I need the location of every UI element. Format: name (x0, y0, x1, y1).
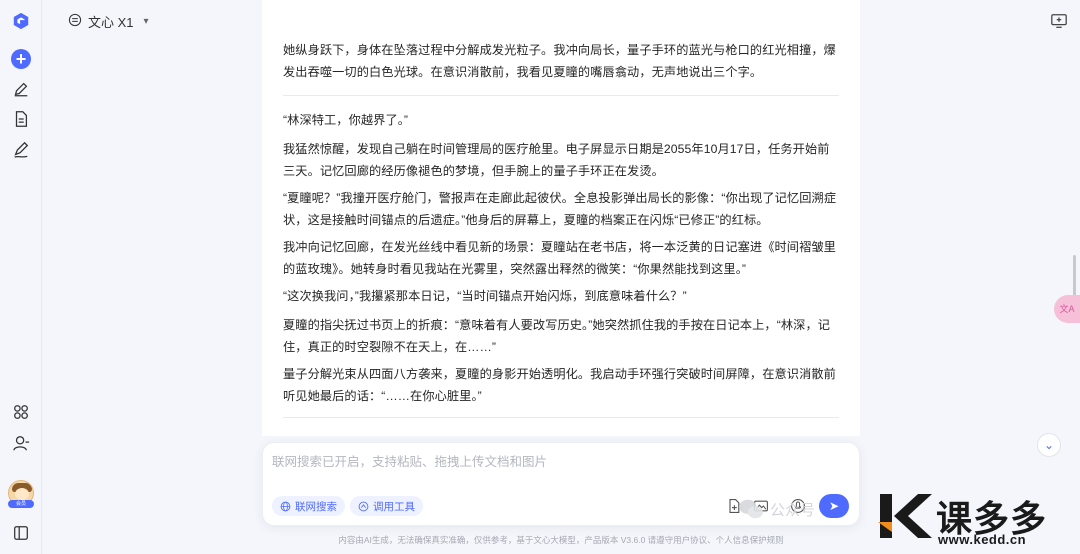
translate-float-button[interactable]: 文A (1054, 295, 1080, 323)
story-paragraph: 我冲向记忆回廊，在发光丝线中看见新的场景：夏瞳站在老书店，将一本泛黄的日记塞进《… (283, 240, 836, 276)
model-icon (68, 13, 82, 30)
tool-icon (358, 501, 369, 511)
screen-share-icon[interactable] (1050, 12, 1068, 30)
document-icon[interactable] (10, 108, 32, 130)
plus-icon: + (11, 49, 31, 69)
story-paragraph: “夏瞳呢？”我撞开医疗舱门，警报声在走廊此起彼伏。全息投影弹出局长的影像：“你出… (283, 191, 837, 227)
brand-watermark-url: www.kedd.cn (938, 532, 1027, 547)
chat-content: 她纵身跃下，身体在坠落过程中分解成发光粒子。我冲向局长，量子手环的蓝光与枪口的红… (262, 0, 860, 436)
story-paragraph: “林深特工，你越界了。” (283, 113, 409, 127)
chevron-down-icon: ▾ (143, 15, 149, 27)
edit-icon[interactable] (10, 78, 32, 100)
brand-logo-icon (878, 494, 932, 538)
apps-icon[interactable] (10, 401, 32, 423)
wechat-watermark-text: 公众号 (770, 501, 816, 519)
send-button[interactable]: ➤ (819, 494, 849, 518)
brand-watermark: 课多多 www.kedd.cn (878, 492, 1078, 552)
globe-icon (280, 501, 291, 511)
tools-label: 调用工具 (373, 500, 415, 513)
story-paragraph: 量子分解光束从四面八方袭来，夏瞳的身影开始透明化。我启动手环强行突破时间屏障，在… (283, 367, 836, 403)
web-search-toggle[interactable]: 联网搜索 (272, 496, 345, 516)
chat-input[interactable]: 联网搜索已开启，支持粘贴、拖拽上传文档和图片 (272, 451, 547, 470)
story-paragraph: 我猛然惊醒，发现自己躺在时间管理局的医疗舱里。电子屏显示日期是2055年10月1… (283, 142, 830, 178)
draw-icon[interactable] (10, 139, 32, 161)
web-search-label: 联网搜索 (295, 500, 337, 513)
model-selector[interactable]: 文心 X1 ▾ (68, 12, 149, 30)
footer-disclaimer: 内容由AI生成，无法确保真实准确，仅供参考，基于文心大模型，产品版本 V3.6.… (338, 535, 784, 545)
story-paragraph: 夏瞳的指尖抚过书页上的折痕：“意味着有人要改写历史。”她突然抓住我的手按在日记本… (283, 318, 831, 354)
new-chat-button[interactable]: + (10, 48, 32, 70)
sidebar-toggle-icon[interactable] (10, 522, 32, 544)
model-name: 文心 X1 (88, 14, 134, 30)
wechat-watermark: 公众号 (738, 498, 815, 520)
send-icon: ➤ (828, 499, 840, 513)
story-paragraph: “这次换我问，”我攥紧那本日记，“当时间锚点开始闪烁，到底意味着什么？” (283, 289, 687, 303)
left-sidebar: + 会员 (0, 0, 42, 554)
divider (283, 417, 839, 418)
wechat-icon (739, 499, 763, 519)
tools-button[interactable]: 调用工具 (350, 496, 423, 516)
divider (283, 95, 839, 96)
story-paragraph: 她纵身跃下，身体在坠落过程中分解成发光粒子。我冲向局长，量子手环的蓝光与枪口的红… (283, 43, 836, 79)
user-icon[interactable] (10, 432, 32, 454)
wenxin-logo-icon[interactable] (10, 10, 32, 32)
scroll-down-button[interactable]: ⌄ (1037, 433, 1061, 457)
member-badge: 会员 (8, 500, 34, 508)
